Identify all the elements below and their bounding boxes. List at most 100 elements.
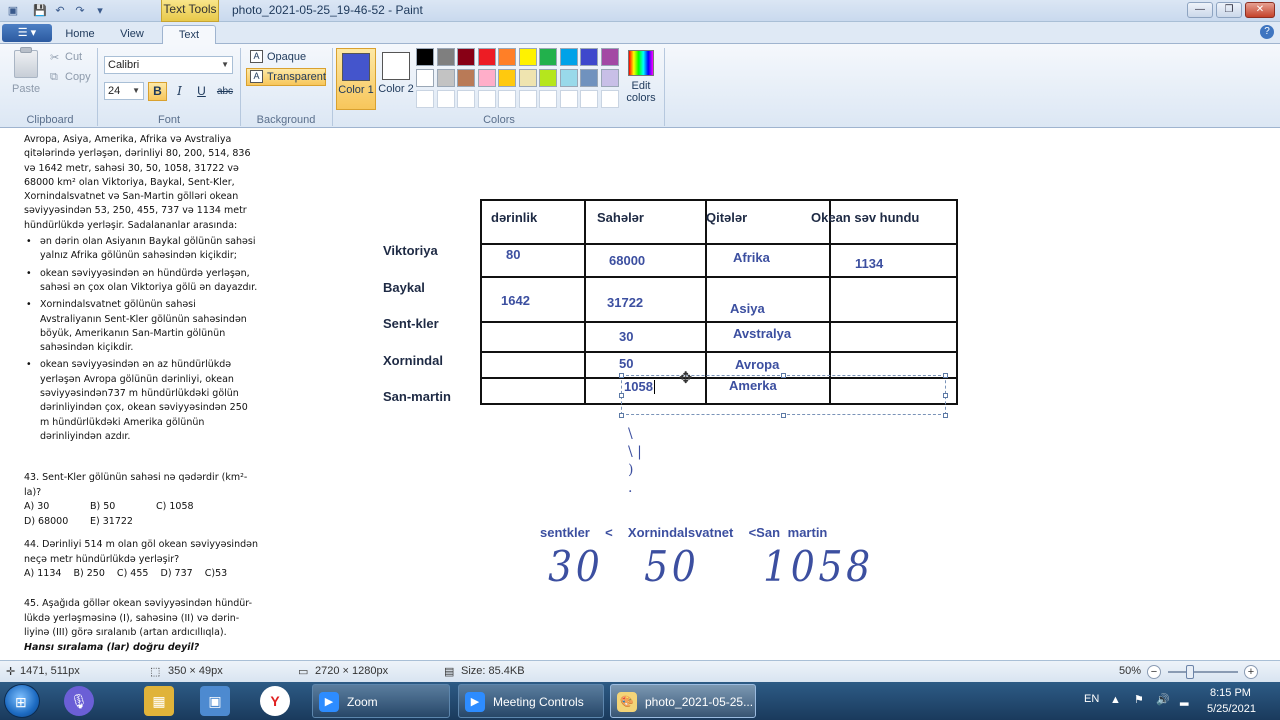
color2-button[interactable]: Color 2 (376, 48, 416, 110)
taskbar-paint[interactable]: 🎨 photo_2021-05-25... (610, 684, 756, 718)
palette-swatch[interactable] (457, 90, 475, 108)
file-explorer-icon[interactable]: ▦ (144, 686, 174, 716)
zoom-level: 50% (1119, 665, 1142, 677)
option-e: E) 31722 (90, 515, 133, 527)
paint-app-icon: 🎨 (617, 692, 637, 712)
clock-date[interactable]: 5/25/2021 (1207, 703, 1256, 715)
zoom-slider-track[interactable] (1168, 671, 1238, 673)
palette-swatch[interactable] (477, 69, 496, 87)
palette-swatch[interactable] (498, 69, 516, 87)
palette-swatch[interactable] (580, 90, 598, 108)
minimize-button[interactable]: — (1187, 2, 1213, 18)
opaque-button[interactable]: A Opaque (246, 48, 326, 66)
redo-icon[interactable]: ↷ (73, 4, 87, 18)
palette-swatch[interactable] (559, 48, 578, 66)
color1-button[interactable]: Color 1 (336, 48, 376, 110)
volume-icon[interactable]: 🔊 (1156, 693, 1170, 706)
italic-button[interactable]: I (170, 82, 189, 101)
option-a: A) 30 (24, 501, 50, 512)
zoom-slider-thumb[interactable] (1186, 665, 1194, 679)
quick-access-dropdown-icon[interactable]: ▾ (93, 4, 107, 18)
resize-handle[interactable] (781, 413, 786, 418)
taskbar-meeting-controls[interactable]: ▶ Meeting Controls (458, 684, 604, 718)
table-divider (829, 201, 831, 403)
help-icon[interactable]: ? (1260, 25, 1274, 39)
taskbar-zoom[interactable]: ▶ Zoom (312, 684, 450, 718)
copy-button[interactable]: Copy (65, 71, 91, 83)
palette-swatch[interactable] (559, 69, 578, 87)
edit-colors-button[interactable]: Edit colors (624, 48, 658, 110)
palette-swatch[interactable] (436, 48, 455, 66)
palette-swatch[interactable] (477, 48, 496, 66)
tab-view[interactable]: View (110, 25, 154, 44)
tab-home[interactable]: Home (60, 25, 100, 44)
palette-swatch[interactable] (457, 48, 475, 66)
palette-swatch[interactable] (498, 90, 516, 108)
resize-handle[interactable] (619, 413, 624, 418)
palette-swatch[interactable] (600, 90, 619, 108)
resize-handle[interactable] (943, 373, 948, 378)
taskbar-zoom-label: Zoom (347, 695, 378, 709)
question-43-options-row2: D) 68000 E) 31722 (24, 515, 264, 530)
palette-swatch[interactable] (580, 48, 598, 66)
tab-text[interactable]: Text (162, 25, 216, 44)
palette-swatch[interactable] (416, 69, 434, 87)
palette-swatch[interactable] (580, 69, 598, 87)
palette-swatch[interactable] (518, 48, 537, 66)
palette-swatch[interactable] (518, 90, 537, 108)
drawing-canvas[interactable]: Avropa, Asiya, Amerika, Afrika və Avstra… (0, 129, 1280, 660)
close-button[interactable]: ✕ (1245, 2, 1275, 18)
group-divider (97, 48, 98, 126)
palette-swatch[interactable] (539, 90, 557, 108)
save-icon[interactable]: 💾 (33, 4, 47, 18)
taskbar-paint-label: photo_2021-05-25... (645, 695, 754, 709)
zoom-out-button[interactable]: − (1147, 665, 1161, 679)
transparent-button[interactable]: A Transparent (246, 68, 326, 86)
palette-swatch[interactable] (498, 48, 516, 66)
resize-handle[interactable] (943, 413, 948, 418)
font-family-select[interactable]: Calibri ▼ (104, 56, 233, 74)
underline-button[interactable]: U (192, 82, 211, 101)
row-label-viktoriya: Viktoriya (383, 243, 438, 258)
font-size-select[interactable]: 24 ▼ (104, 82, 144, 100)
text-box-selection[interactable] (621, 375, 946, 415)
palette-swatch[interactable] (539, 69, 557, 87)
palette-swatch[interactable] (518, 69, 537, 87)
palette-swatch[interactable] (600, 69, 619, 87)
start-button[interactable]: ⊞ (4, 684, 40, 718)
palette-swatch[interactable] (436, 69, 455, 87)
network-status-icon[interactable]: ▂ (1180, 693, 1188, 706)
list-item: okean səviyyəsindən ən az hündürlükdə ye… (26, 358, 259, 444)
resize-handle[interactable] (619, 393, 624, 398)
maximize-button[interactable]: ❐ (1216, 2, 1242, 18)
zoom-in-button[interactable]: + (1244, 665, 1258, 679)
palette-swatch[interactable] (559, 90, 578, 108)
strikethrough-button[interactable]: abc (214, 82, 236, 101)
palette-swatch[interactable] (416, 90, 434, 108)
palette-swatch[interactable] (436, 90, 455, 108)
language-indicator[interactable]: EN (1084, 693, 1099, 705)
bold-button[interactable]: B (148, 82, 167, 101)
scissors-icon: ✂ (50, 52, 60, 64)
cut-button[interactable]: Cut (65, 51, 82, 63)
image-size-icon: ▭ (298, 666, 309, 678)
action-center-icon[interactable]: ⚑ (1134, 693, 1144, 706)
microphone-icon[interactable]: 🎙 (64, 686, 94, 716)
palette-swatch[interactable] (457, 69, 475, 87)
show-hidden-icons-icon[interactable]: ▲ (1110, 694, 1121, 706)
palette-swatch[interactable] (600, 48, 619, 66)
resize-handle[interactable] (781, 373, 786, 378)
resize-handle[interactable] (619, 373, 624, 378)
paste-button[interactable]: Paste (12, 83, 40, 95)
yandex-browser-icon[interactable]: Y (260, 686, 290, 716)
undo-icon[interactable]: ↶ (53, 4, 67, 18)
clock-time[interactable]: 8:15 PM (1210, 687, 1251, 699)
paint-app-icon[interactable]: ▣ (6, 4, 20, 18)
network-icon[interactable]: ▣ (200, 686, 230, 716)
palette-swatch[interactable] (477, 90, 496, 108)
paint-menu-button[interactable]: ☰ ▾ (2, 24, 52, 42)
palette-swatch[interactable] (416, 48, 434, 66)
paste-icon[interactable] (14, 50, 38, 78)
resize-handle[interactable] (943, 393, 948, 398)
palette-swatch[interactable] (539, 48, 557, 66)
